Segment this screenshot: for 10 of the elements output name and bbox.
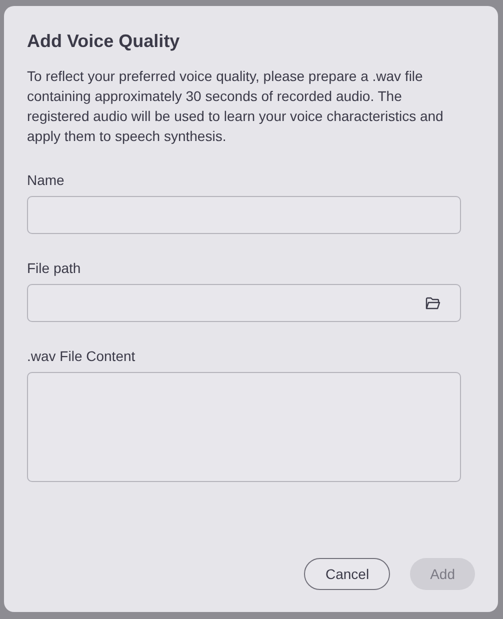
field-label: Name xyxy=(27,172,66,188)
field-label: File path xyxy=(27,260,82,276)
name-input-field[interactable] xyxy=(27,196,461,234)
file-path-field[interactable] xyxy=(27,284,461,322)
dialog-title: Add Voice Quality xyxy=(27,30,181,52)
field-label: .wav File Content xyxy=(27,348,136,364)
description-text: To reflect your preferred voice quality, please prepare a .wav file containing approximately 30 seconds of recorded audio. The registered audio will be used to learn your voice characteristics and apply them to speech synthesis. xyxy=(27,67,444,146)
content-text-area[interactable] xyxy=(27,372,461,482)
cancel-button[interactable]: Cancel xyxy=(304,558,390,590)
folder-icon[interactable] xyxy=(425,296,441,310)
